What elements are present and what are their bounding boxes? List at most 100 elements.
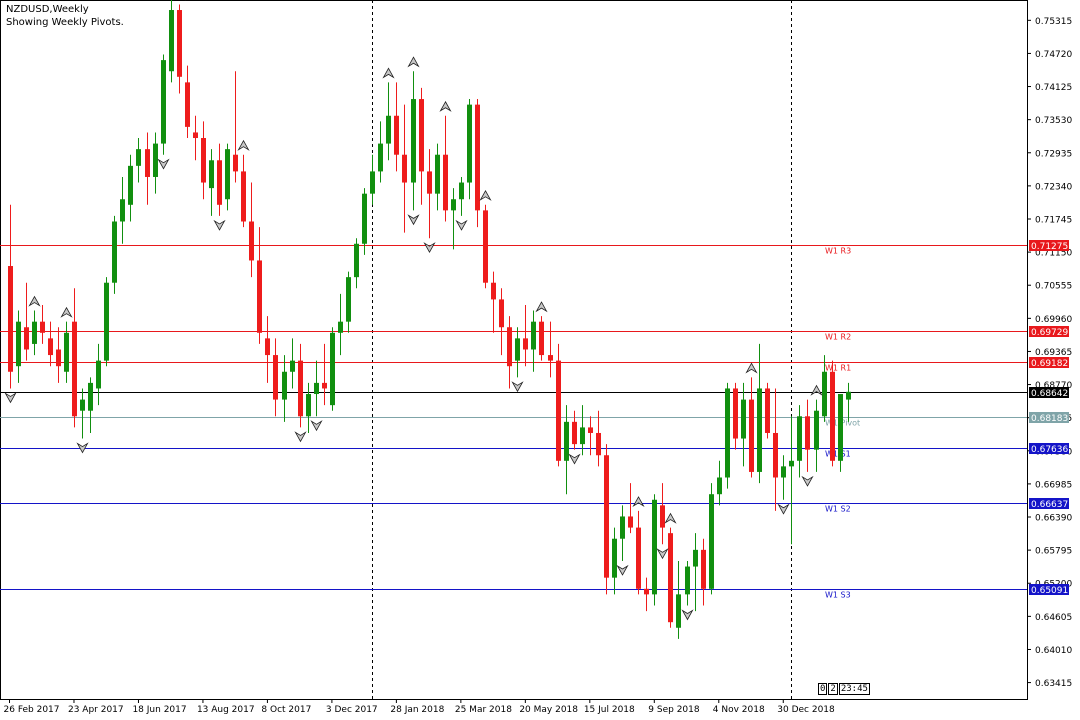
candle-body bbox=[789, 460, 794, 467]
bull-candle bbox=[153, 132, 158, 194]
candle-body bbox=[588, 427, 593, 433]
fractal-up-icon bbox=[745, 362, 758, 374]
bull-candle bbox=[838, 394, 843, 472]
bull-candle bbox=[693, 533, 698, 612]
candle-body bbox=[685, 566, 690, 595]
bear-candle bbox=[419, 87, 424, 205]
candle-body bbox=[491, 282, 496, 300]
candle-body bbox=[249, 221, 254, 261]
candle-body bbox=[120, 199, 125, 222]
candle-body bbox=[499, 299, 504, 328]
bear-candle bbox=[765, 382, 770, 439]
bear-candle bbox=[8, 204, 13, 389]
candle-body bbox=[427, 171, 432, 194]
candle-body bbox=[741, 399, 746, 439]
pivot-label: W1 R3 bbox=[825, 247, 851, 256]
bear-candle bbox=[660, 483, 665, 545]
candle-body bbox=[668, 533, 673, 623]
bear-candle bbox=[402, 104, 407, 233]
candle-body bbox=[136, 149, 141, 166]
fractal-up-icon bbox=[535, 301, 548, 313]
y-tick-label: 0.64010 bbox=[1035, 646, 1072, 656]
bear-candle bbox=[475, 99, 480, 228]
fractal-down-icon bbox=[423, 242, 436, 254]
candle-body bbox=[515, 338, 520, 361]
bull-candle bbox=[136, 138, 141, 183]
y-tick-label: 0.69365 bbox=[1035, 348, 1072, 358]
bull-candle bbox=[346, 271, 351, 333]
fractal-up-icon bbox=[810, 384, 823, 396]
candle-body bbox=[24, 327, 29, 350]
bear-candle bbox=[668, 527, 673, 628]
bull-candle bbox=[846, 382, 851, 422]
bull-candle bbox=[757, 343, 762, 484]
x-tick-label: 26 Feb 2017 bbox=[4, 705, 60, 715]
fractal-down-icon bbox=[455, 219, 468, 231]
bull-candle bbox=[725, 382, 730, 489]
bull-candle bbox=[620, 505, 625, 561]
bull-candle bbox=[467, 99, 472, 200]
fractal-up-icon bbox=[28, 295, 41, 307]
bear-candle bbox=[507, 316, 512, 389]
bull-candle bbox=[789, 416, 794, 545]
bull-candle bbox=[112, 215, 117, 294]
candle-body bbox=[797, 416, 802, 461]
timer-bars-2: 2 bbox=[828, 683, 838, 695]
candle-body bbox=[128, 165, 133, 205]
candle-body bbox=[781, 466, 786, 478]
fractal-down-icon bbox=[407, 214, 420, 226]
bear-candle bbox=[733, 382, 738, 450]
fractal-up-icon bbox=[632, 496, 645, 508]
bull-candle bbox=[362, 188, 367, 255]
candle-body bbox=[145, 149, 150, 177]
timer-clock: 23:45 bbox=[838, 683, 870, 695]
fractal-down-icon bbox=[681, 609, 694, 621]
candles bbox=[8, 0, 851, 639]
plot-frame bbox=[0, 0, 1028, 700]
y-tick-label: 0.73530 bbox=[1035, 116, 1072, 126]
price-chart[interactable]: 0.75315 0.74720 0.74125 0.73530 0.72935 0.723… bbox=[0, 0, 1080, 720]
bull-candle bbox=[88, 377, 93, 433]
candle-body bbox=[354, 243, 359, 278]
pivot-label: W1 R2 bbox=[825, 333, 851, 342]
candle-body bbox=[580, 427, 585, 445]
candle-body bbox=[507, 327, 512, 367]
price-tag-label: 0.67636 bbox=[1031, 445, 1068, 455]
candle-body bbox=[225, 149, 230, 200]
bear-candle bbox=[201, 121, 206, 200]
candle-body bbox=[676, 594, 681, 628]
candle-body bbox=[822, 371, 827, 417]
candle-body bbox=[523, 338, 528, 350]
candle-body bbox=[298, 360, 303, 417]
candle-body bbox=[717, 477, 722, 495]
bull-candle bbox=[225, 143, 230, 211]
y-tick-label: 0.64605 bbox=[1035, 613, 1072, 623]
y-tick-label: 0.63415 bbox=[1035, 679, 1072, 689]
price-tag-label: 0.71275 bbox=[1031, 242, 1068, 252]
bear-candle bbox=[805, 399, 810, 472]
fractal-down-icon bbox=[213, 219, 226, 231]
candle-body bbox=[564, 421, 569, 461]
bull-candle bbox=[282, 355, 287, 422]
bear-candle bbox=[217, 143, 222, 216]
candle-body bbox=[693, 549, 698, 567]
y-tick-label: 0.71745 bbox=[1035, 215, 1072, 225]
candle-body bbox=[531, 321, 536, 350]
candle-body bbox=[330, 332, 335, 406]
candle-body bbox=[556, 360, 561, 461]
y-tick-label: 0.66390 bbox=[1035, 514, 1072, 524]
candle-body bbox=[846, 391, 851, 400]
bull-candle bbox=[781, 455, 786, 500]
candle-body bbox=[88, 382, 93, 411]
candle-body bbox=[346, 277, 351, 322]
x-tick-label: 15 Jul 2018 bbox=[584, 705, 635, 715]
fractal-up-icon bbox=[382, 67, 395, 79]
bear-candle bbox=[443, 115, 448, 222]
bull-candle bbox=[96, 343, 101, 406]
bear-candle bbox=[556, 343, 561, 467]
bull-candle bbox=[797, 405, 802, 478]
bull-candle bbox=[80, 388, 85, 439]
bear-candle bbox=[24, 282, 29, 361]
x-tick-label: 20 May 2018 bbox=[519, 705, 578, 715]
bear-candle bbox=[233, 71, 238, 183]
